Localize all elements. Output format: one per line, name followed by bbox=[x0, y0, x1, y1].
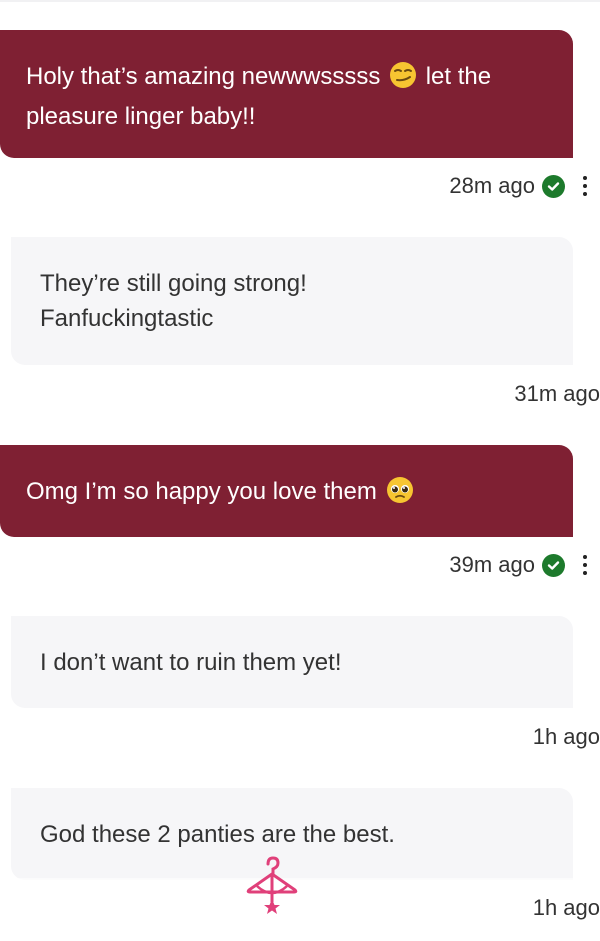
top-divider bbox=[0, 0, 600, 2]
message-timestamp: 28m ago bbox=[449, 173, 535, 198]
smirk-emoji-icon bbox=[389, 61, 417, 99]
message-text: I don’t want to ruin them yet! bbox=[40, 649, 342, 676]
kebab-menu-icon[interactable] bbox=[570, 555, 600, 575]
message-bubble-received: They’re still going strong! Fanfuckingta… bbox=[11, 237, 573, 365]
hanger-logo-icon bbox=[245, 856, 299, 914]
message-meta: 39m ago bbox=[27, 550, 600, 580]
message-text: Omg I’m so happy you love them bbox=[26, 478, 377, 505]
message-meta: 28m ago bbox=[27, 171, 600, 201]
check-circle-icon bbox=[542, 174, 565, 198]
pleading-face-emoji-icon bbox=[386, 476, 414, 514]
message-meta: 1h ago bbox=[28, 893, 600, 923]
message-timestamp: 1h ago bbox=[532, 895, 600, 920]
message-bubble-sent: Holy that’s amazing newwwsssss let the p… bbox=[0, 30, 573, 158]
message-meta: 31m ago bbox=[28, 379, 600, 409]
message-meta: 1h ago bbox=[28, 722, 600, 752]
message-bubble-sent: Omg I’m so happy you love them bbox=[0, 445, 573, 537]
message-text: They’re still going strong! Fanfuckingta… bbox=[40, 270, 307, 332]
message-bubble-received: I don’t want to ruin them yet! bbox=[11, 616, 573, 708]
check-circle-icon bbox=[542, 553, 565, 577]
message-timestamp: 1h ago bbox=[532, 724, 600, 749]
message-timestamp: 39m ago bbox=[449, 552, 535, 577]
message-text: God these 2 panties are the best. bbox=[40, 821, 395, 848]
message-text: Holy that’s amazing newwwsssss bbox=[26, 63, 381, 90]
kebab-menu-icon[interactable] bbox=[570, 176, 600, 196]
message-timestamp: 31m ago bbox=[514, 381, 600, 406]
